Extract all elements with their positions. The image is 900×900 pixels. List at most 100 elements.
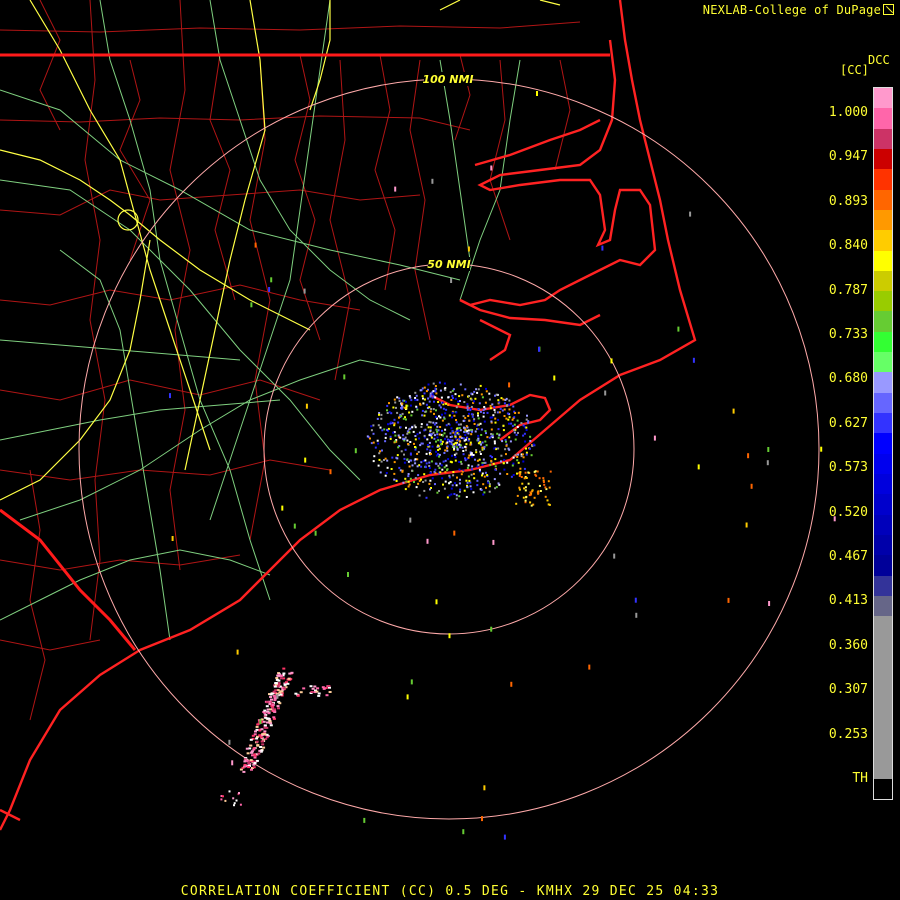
echo-pixel bbox=[488, 483, 491, 486]
echo-pixel bbox=[224, 799, 227, 802]
echo-pixel bbox=[479, 453, 482, 455]
echo-pixel bbox=[468, 419, 471, 422]
echo-pixel bbox=[438, 467, 441, 469]
echo-pixel bbox=[451, 430, 454, 433]
radar-map: 100 NMI 50 NMI bbox=[0, 0, 900, 900]
echo-pixel bbox=[459, 446, 462, 449]
echo-pixel bbox=[467, 456, 470, 459]
echo-pixel bbox=[411, 410, 414, 413]
echo-pixel bbox=[439, 389, 442, 392]
echo-pixel bbox=[498, 411, 501, 414]
echo-pixel bbox=[448, 482, 451, 485]
echo-pixel bbox=[411, 464, 414, 467]
echo-pixel bbox=[293, 523, 296, 529]
color-scale-swatch bbox=[874, 534, 892, 556]
echo-pixel bbox=[263, 709, 267, 712]
echo-pixel bbox=[493, 406, 496, 409]
echo-pixel bbox=[435, 454, 438, 457]
echo-pixel bbox=[464, 445, 467, 448]
echo-pixel bbox=[273, 710, 277, 713]
echo-pixel bbox=[252, 748, 256, 751]
echo-pixel bbox=[523, 487, 526, 490]
echo-pixel bbox=[501, 409, 504, 412]
echo-pixel bbox=[477, 439, 480, 442]
echo-pixel bbox=[268, 287, 271, 292]
echo-pixel bbox=[484, 401, 487, 404]
echo-pixel bbox=[490, 459, 493, 462]
echo-pixel bbox=[467, 432, 470, 435]
echo-pixel bbox=[452, 471, 455, 473]
echo-pixel bbox=[265, 701, 269, 704]
echo-pixel bbox=[542, 477, 545, 480]
echo-pixel bbox=[253, 754, 257, 757]
echo-pixel bbox=[463, 419, 466, 422]
echo-pixel bbox=[493, 409, 496, 411]
echo-pixel bbox=[513, 423, 516, 426]
echo-pixel bbox=[404, 477, 407, 480]
echo-pixel bbox=[420, 461, 423, 464]
echo-pixel bbox=[467, 464, 470, 467]
echo-pixel bbox=[529, 440, 532, 442]
echo-pixel bbox=[433, 412, 435, 415]
echo-pixel bbox=[459, 400, 461, 402]
external-link-icon[interactable] bbox=[883, 4, 894, 15]
echo-pixel bbox=[512, 474, 515, 476]
echo-pixel bbox=[409, 477, 412, 480]
echo-pixel bbox=[372, 432, 375, 435]
echo-pixel bbox=[483, 445, 486, 448]
echo-pixel bbox=[410, 399, 413, 402]
echo-pixel bbox=[433, 434, 436, 437]
echo-pixel bbox=[430, 433, 433, 436]
echo-pixel bbox=[450, 427, 453, 430]
echo-pixel bbox=[461, 470, 464, 473]
echo-pixel bbox=[475, 388, 478, 391]
echo-pixel bbox=[421, 387, 424, 390]
echo-pixel bbox=[430, 460, 433, 463]
echo-pixel bbox=[370, 425, 373, 428]
echo-pixel bbox=[473, 418, 476, 421]
echo-pixel bbox=[384, 433, 387, 436]
echo-pixel bbox=[433, 423, 436, 426]
echo-pixel bbox=[421, 395, 424, 398]
echo-pixel bbox=[510, 475, 513, 478]
echo-pixel bbox=[233, 802, 236, 805]
echo-pixel bbox=[450, 278, 453, 283]
echo-pixel bbox=[426, 538, 429, 544]
echo-pixel bbox=[525, 451, 528, 454]
echo-pixel bbox=[503, 415, 506, 417]
echo-pixel bbox=[546, 499, 549, 502]
echo-pixel bbox=[401, 470, 404, 473]
echo-pixel bbox=[457, 403, 460, 406]
echo-pixel bbox=[444, 387, 447, 389]
echo-pixel bbox=[503, 468, 506, 471]
echo-pixel bbox=[419, 389, 422, 392]
echo-pixel bbox=[455, 406, 458, 409]
echo-pixel bbox=[466, 430, 469, 432]
echo-pixel bbox=[416, 408, 419, 411]
echo-pixel bbox=[542, 481, 545, 483]
echo-pixel bbox=[468, 479, 471, 482]
echo-pixel bbox=[427, 426, 430, 429]
echo-pixel bbox=[236, 649, 239, 655]
echo-pixel bbox=[400, 407, 403, 409]
echo-pixel bbox=[491, 456, 493, 459]
echo-pixel bbox=[497, 399, 500, 402]
echo-pixel bbox=[502, 424, 505, 427]
echo-pixel bbox=[428, 406, 431, 409]
echo-pixel bbox=[444, 459, 447, 462]
echo-pixel bbox=[434, 385, 437, 387]
echo-pixel bbox=[235, 799, 238, 802]
echo-pixel bbox=[397, 434, 400, 437]
color-scale-swatch bbox=[874, 433, 892, 454]
echo-pixel bbox=[505, 453, 507, 456]
color-scale-tick: TH bbox=[852, 771, 868, 786]
echo-pixel bbox=[535, 474, 538, 477]
echo-pixel bbox=[531, 490, 534, 493]
echo-pixel bbox=[478, 458, 481, 461]
echo-pixel bbox=[451, 394, 454, 397]
echo-pixel bbox=[485, 387, 487, 390]
echo-pixel bbox=[458, 468, 461, 471]
echo-pixel bbox=[418, 431, 421, 434]
echo-pixel bbox=[480, 443, 482, 446]
echo-pixel bbox=[447, 458, 450, 461]
